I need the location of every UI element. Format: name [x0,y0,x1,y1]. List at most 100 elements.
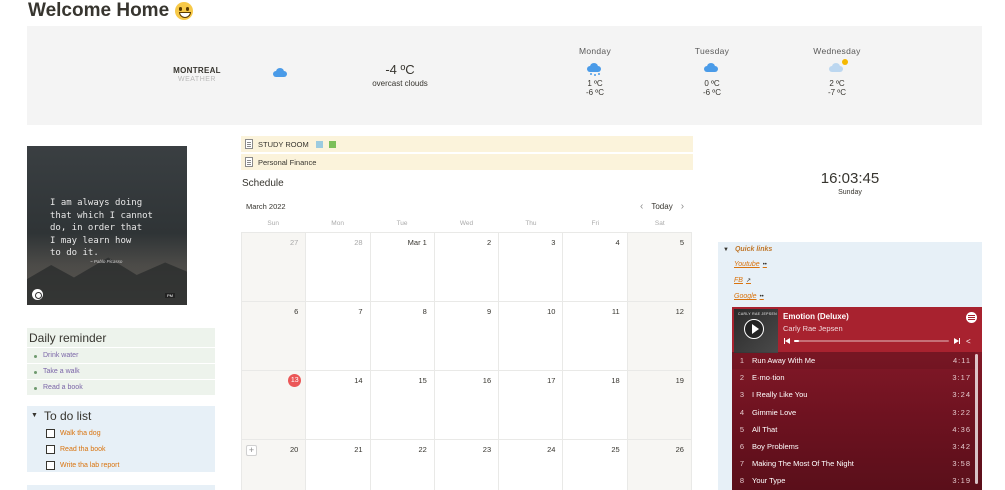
todo-checkbox[interactable] [46,460,55,470]
music-player: CARLY RAE JEPSEN Emotion (Deluxe) Carly … [732,307,982,490]
quick-link-label[interactable]: Youtube [734,261,760,268]
calendar-day-number: 12 [675,307,684,316]
track-title: E·mo·tion [752,373,785,383]
track-title: Making The Most Of The Night [752,459,854,469]
weather-description: overcast clouds [372,79,428,88]
calendar-day-number: 28 [354,238,363,247]
calendar-day-cell[interactable]: 9 [434,302,500,371]
page-link-personal-finance[interactable]: Personal Finance [241,154,693,170]
track-title: Boy Problems [752,442,799,452]
share-icon[interactable]: < [966,337,971,346]
forecast-day-wednesday: Wednesday 2 ºC -7 ºC [792,46,882,97]
todo-item: Walk tha dog [27,425,215,441]
list-item: Take a walk [27,363,215,379]
play-icon[interactable] [744,319,764,339]
previous-track-icon[interactable] [784,338,790,344]
calendar-day-cell[interactable]: 4 [563,233,628,302]
today-button[interactable]: Today [651,202,672,211]
triangle-down-icon[interactable]: ▼ [723,247,729,253]
quick-links-toggle[interactable]: ▼ Quick links [723,246,772,253]
collapsed-section[interactable] [27,485,215,490]
todo-item-text[interactable]: Walk tha dog [60,430,101,437]
calendar-day-cell[interactable]: 11 [563,302,628,371]
calendar-day-number: 18 [611,376,620,385]
calendar-nav: ‹ Today › [640,201,684,212]
calendar-day-cell[interactable]: 20 + [242,440,307,490]
calendar-day-cell[interactable]: 13 [242,371,307,440]
artist-name[interactable]: Carly Rae Jepsen [783,324,843,333]
track-duration: 4:11 [952,356,971,366]
calendar-day-cell[interactable]: 10 [499,302,564,371]
calendar-day-cell[interactable]: 15 [370,371,435,440]
spotify-logo-icon[interactable] [966,312,977,323]
chevron-right-icon[interactable]: › [681,201,684,212]
todo-toggle[interactable]: ▼ To do list [27,406,215,425]
calendar-day-cell[interactable]: 2 [434,233,500,302]
track-row[interactable]: 6 Boy Problems 3:42 [732,438,975,455]
page-link-label: STUDY ROOM [258,139,309,149]
calendar-day-cell[interactable]: 16 [434,371,500,440]
calendar-day-cell[interactable]: 17 [499,371,564,440]
page-link-study-room[interactable]: STUDY ROOM [241,136,693,152]
forecast-day-tuesday: Tuesday 0 ºC -6 ºC [667,46,757,97]
document-icon [245,157,253,167]
quick-link-fb[interactable]: FB ↗ [734,277,751,284]
quick-link-youtube[interactable]: Youtube •• [734,261,767,268]
track-duration: 3:58 [952,459,971,469]
track-duration: 4:36 [952,424,971,434]
calendar-day-cell[interactable]: 3 [499,233,564,302]
quick-link-label[interactable]: FB [734,277,743,284]
track-row[interactable]: 4 Gimmie Love 3:22 [732,404,975,421]
album-title[interactable]: Emotion (Deluxe) [783,312,849,321]
todo-checkbox[interactable] [46,428,55,438]
chevron-left-icon[interactable]: ‹ [640,201,643,212]
cloud-icon [704,63,720,75]
todo-checkbox[interactable] [46,444,55,454]
calendar-day-cell[interactable]: 12 [627,302,692,371]
todo-item-text[interactable]: Read tha book [60,446,106,453]
progress-bar[interactable] [794,340,949,342]
forecast-day-monday: Monday 1 ºC -6 ºC [550,46,640,97]
reminder-title: Daily reminder [27,328,215,347]
daily-reminder: Daily reminder Drink water Take a walk R… [27,328,215,395]
track-row[interactable]: 1 Run Away With Me 4:11 [732,352,975,370]
calendar-day-cell[interactable]: 6 [242,302,307,371]
weather-subtitle: WEATHER [178,76,216,83]
calendar-day-number: 13 [288,374,302,387]
calendar-day-cell[interactable]: 27 [242,233,307,302]
calendar-day-cell[interactable]: 14 [306,371,371,440]
track-row[interactable]: 3 I Really Like You 3:24 [732,386,975,403]
calendar-day-number: 17 [547,376,556,385]
calendar-day-cell[interactable]: 19 [627,371,692,440]
calendar-day-cell[interactable]: 23 [435,440,500,490]
calendar-day-cell[interactable]: 8 [370,302,435,371]
calendar-day-cell[interactable]: 26 [627,440,692,490]
track-number: 1 [739,356,744,366]
calendar-day-cell[interactable]: 18 [563,371,628,440]
calendar-day-cell[interactable]: 28 [306,233,371,302]
calendar-month: March 2022 [246,202,286,211]
add-event-button[interactable]: + [246,445,257,456]
triangle-down-icon[interactable]: ▼ [31,412,38,419]
clock-day: Sunday [838,189,862,196]
calendar-day-cell[interactable]: Mar 1 [370,233,435,302]
calendar-day-cell[interactable]: 7 [306,302,371,371]
track-row[interactable]: 7 Making The Most Of The Night 3:58 [732,455,975,472]
quick-link-google[interactable]: Google •• [734,293,764,300]
next-track-icon[interactable] [954,338,960,344]
calendar-day-cell[interactable]: 25 [563,440,628,490]
calendar-day-cell[interactable]: 22 [371,440,435,490]
calendar-day-cell[interactable]: 24 [499,440,564,490]
calendar-day-number: 14 [354,376,363,385]
quick-link-label[interactable]: Google [734,293,757,300]
track-row[interactable]: 2 E·mo·tion 3:17 [732,369,975,386]
track-row[interactable]: 5 All That 4:36 [732,421,975,438]
calendar-day-cell[interactable]: 21 [306,440,371,490]
calendar-day-cell[interactable]: 5 [627,233,692,302]
scrollbar[interactable] [975,354,978,484]
todo-item-text[interactable]: Write tha lab report [60,462,119,469]
track-duration: 3:17 [952,373,971,383]
calendar-day-number: 21 [354,445,363,454]
snow-cloud-icon [587,63,603,75]
track-row[interactable]: 8 Your Type 3:19 [732,472,975,489]
